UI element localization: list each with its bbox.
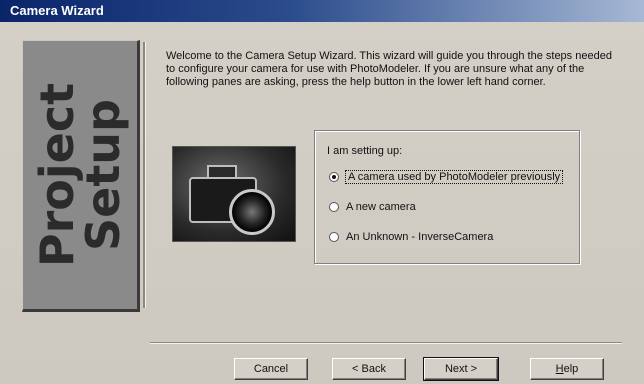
camera-photo [172,146,296,242]
radio-button[interactable] [329,232,339,242]
banner-line-2: Setup [76,99,130,252]
radio-option-new-camera[interactable]: A new camera [329,199,416,215]
banner-line-1: Project [30,82,84,268]
horizontal-divider [150,342,622,344]
radio-button[interactable] [329,202,339,212]
banner-title: Project Setup [30,82,130,268]
setup-group-label: I am setting up: [327,145,403,157]
radio-label-previous-camera: A camera used by PhotoModeler previously [344,170,564,184]
intro-text: Welcome to the Camera Setup Wizard. This… [166,50,612,88]
help-label-rest: elp [563,363,579,375]
radio-button-checked[interactable] [329,172,339,182]
vertical-divider [143,42,146,308]
setup-option-group: I am setting up: A camera used by PhotoM… [314,130,580,264]
next-button[interactable]: Next > [423,357,499,381]
radio-option-inverse-camera[interactable]: An Unknown - InverseCamera [329,229,493,245]
radio-label-inverse-camera: An Unknown - InverseCamera [346,231,494,243]
help-mnemonic: H [555,363,564,375]
back-button[interactable]: < Back [332,358,406,380]
camera-lens-shape [229,189,275,235]
radio-option-previous-camera[interactable]: A camera used by PhotoModeler previously [329,169,564,185]
help-button[interactable]: Help [530,358,604,380]
project-setup-banner: Project Setup [22,40,140,312]
radio-label-new-camera: A new camera [346,201,416,213]
camera-wizard-window: Camera Wizard Project Setup Welcome to t… [0,0,644,384]
cancel-button[interactable]: Cancel [234,358,308,380]
title-bar: Camera Wizard [0,0,644,22]
